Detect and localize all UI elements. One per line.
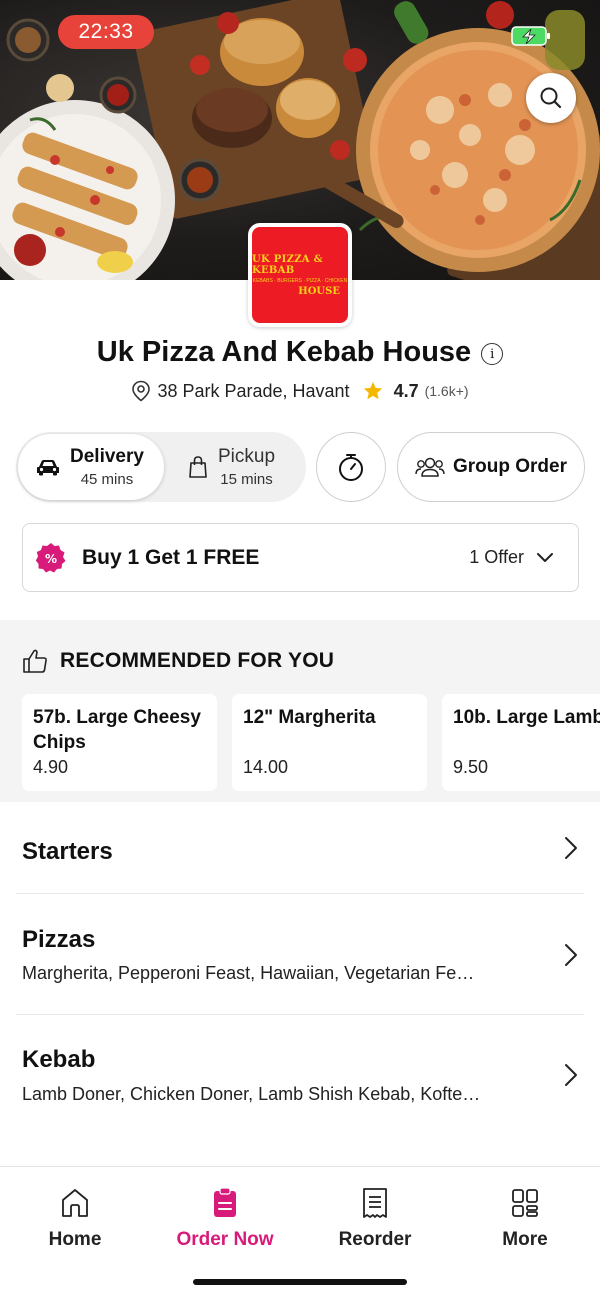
- recommended-card[interactable]: 12" Margherita 14.00: [232, 694, 427, 791]
- nav-label: Order Now: [176, 1229, 274, 1250]
- star-icon: [363, 381, 382, 400]
- group-order-button[interactable]: Group Order: [397, 432, 585, 502]
- recommended-item-price: 14.00: [243, 757, 289, 777]
- location-pin-icon: [132, 380, 151, 402]
- category-starters[interactable]: Starters: [16, 802, 584, 894]
- info-icon[interactable]: i: [481, 343, 504, 365]
- restaurant-logo: UK PIZZA & KEBAB KEBABS · BURGERS · PIZZ…: [248, 223, 352, 327]
- pickup-label: Pickup: [218, 446, 276, 467]
- recommended-item-price: 4.90: [33, 757, 69, 777]
- category-description: Lamb Doner, Chicken Doner, Lamb Shish Ke…: [22, 1084, 481, 1104]
- search-button[interactable]: [526, 73, 576, 123]
- nav-home[interactable]: Home: [0, 1187, 150, 1251]
- group-users-icon: [415, 457, 445, 477]
- order-bag-icon: [214, 1187, 236, 1217]
- order-mode-toggle: Delivery 45 mins Pickup 15 mins: [16, 432, 306, 502]
- nav-label: Home: [48, 1229, 102, 1250]
- offer-text: Buy 1 Get 1 FREE: [82, 545, 260, 569]
- recommended-item-name: 57b. Large Cheesy Chips: [33, 707, 201, 753]
- recommended-card[interactable]: 57b. Large Cheesy Chips 4.90: [22, 694, 217, 791]
- delivery-time: 45 mins: [80, 471, 134, 488]
- restaurant-meta-row: 38 Park Parade, Havant 4.7 (1.6k+): [0, 380, 600, 402]
- logo-line-3: HOUSE: [298, 285, 340, 297]
- shopping-bag-icon: [189, 456, 207, 478]
- category-name: Starters: [22, 838, 113, 865]
- chevron-right-icon: [565, 837, 577, 859]
- nav-label: Reorder: [338, 1229, 412, 1250]
- nav-reorder[interactable]: Reorder: [300, 1187, 450, 1251]
- category-name: Pizzas: [22, 926, 96, 953]
- group-order-label: Group Order: [452, 456, 567, 477]
- category-pizzas[interactable]: Pizzas Margherita, Pepperoni Feast, Hawa…: [16, 894, 584, 1015]
- schedule-button[interactable]: [316, 432, 386, 502]
- battery-charging-icon: [511, 26, 550, 46]
- delivery-label: Delivery: [70, 446, 144, 467]
- grid-icon: [512, 1189, 538, 1217]
- receipt-icon: [363, 1188, 387, 1218]
- category-description: Margherita, Pepperoni Feast, Hawaiian, V…: [22, 963, 475, 983]
- pickup-time: 15 mins: [220, 471, 273, 488]
- recommended-item-price: 9.50: [453, 757, 489, 777]
- car-icon: [37, 460, 59, 476]
- restaurant-title-row: Uk Pizza And Kebab House i: [0, 336, 600, 369]
- recommended-section: RECOMMENDED FOR YOU 57b. Large Cheesy Ch…: [0, 620, 600, 802]
- rating-value: 4.7: [393, 380, 419, 401]
- chevron-right-icon: [565, 944, 577, 966]
- recommended-header: RECOMMENDED FOR YOU: [22, 648, 334, 674]
- logo-line-1: UK PIZZA & KEBAB: [252, 253, 323, 276]
- offer-banner[interactable]: % Buy 1 Get 1 FREE 1 Offer: [22, 523, 579, 592]
- recommended-item-name: 10b. Large Lamb Doner: [453, 707, 600, 728]
- logo-line-2: KEBABS · BURGERS · PIZZA · CHICKEN: [252, 277, 348, 284]
- recommended-card[interactable]: 10b. Large Lamb Doner 9.50: [442, 694, 600, 791]
- discount-badge-icon: %: [35, 542, 66, 572]
- home-indicator[interactable]: [193, 1279, 407, 1285]
- stopwatch-icon: [339, 454, 363, 481]
- home-icon: [62, 1189, 88, 1217]
- status-time: 22:33: [58, 15, 154, 49]
- thumbs-up-icon: [23, 649, 47, 673]
- nav-order-now[interactable]: Order Now: [150, 1187, 300, 1251]
- category-kebab[interactable]: Kebab Lamb Doner, Chicken Doner, Lamb Sh…: [16, 1015, 584, 1136]
- nav-more[interactable]: More: [450, 1187, 600, 1251]
- delivery-option[interactable]: Delivery 45 mins: [36, 432, 144, 502]
- recommended-item-name: 12" Margherita: [243, 707, 376, 728]
- offer-count: 1 Offer: [469, 547, 524, 567]
- category-name: Kebab: [22, 1046, 96, 1073]
- chevron-right-icon: [565, 1064, 577, 1086]
- svg-text:%: %: [45, 552, 57, 566]
- chevron-down-icon: [537, 552, 553, 562]
- recommended-title: RECOMMENDED FOR YOU: [60, 649, 335, 672]
- rating-count: (1.6k+): [424, 383, 469, 399]
- search-icon: [540, 87, 562, 109]
- restaurant-address[interactable]: 38 Park Parade, Havant: [157, 381, 349, 402]
- restaurant-name: Uk Pizza And Kebab House: [96, 336, 472, 368]
- nav-label: More: [502, 1229, 548, 1250]
- pickup-option[interactable]: Pickup 15 mins: [188, 432, 275, 502]
